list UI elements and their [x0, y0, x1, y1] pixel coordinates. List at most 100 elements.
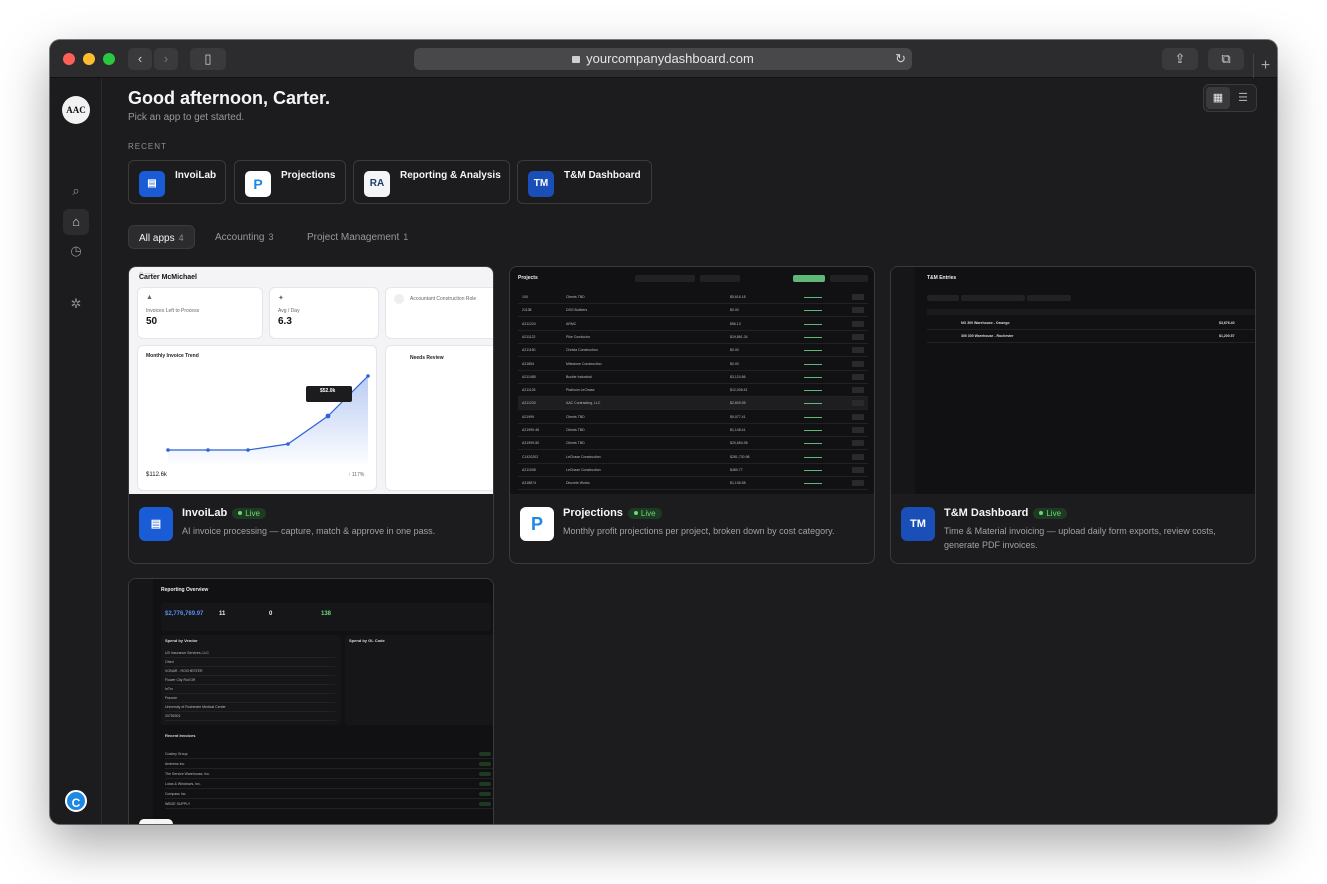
recent-label: RECENT	[128, 142, 167, 151]
preview-total: $2,776,769.97	[165, 611, 204, 617]
back-button[interactable]: ‹	[128, 48, 152, 70]
user-avatar[interactable]: C	[65, 790, 87, 812]
preview-row: C1420202 LeChase Construction $281,730.98	[518, 451, 868, 464]
app-title: T&M Dashboard	[944, 507, 1029, 519]
preview-progress-bar	[804, 390, 822, 392]
invoilab-icon: ▤	[139, 507, 173, 541]
tab-all-apps[interactable]: All apps 4	[128, 225, 195, 249]
preview-cell: A211224	[522, 321, 536, 326]
preview-row: Cosbey Group	[165, 749, 493, 759]
preview-cell: A21999-46	[522, 428, 540, 432]
preview-view-button	[852, 453, 864, 460]
preview-view-button	[852, 427, 864, 433]
preview-cell: 21138	[522, 308, 532, 313]
recent-item-reporting[interactable]: RA Reporting & Analysis	[353, 160, 510, 204]
preview-chart-panel: Monthly Invoice Trend $52.0k $112.6k ↑ 1…	[137, 345, 377, 491]
status-text: Live	[640, 508, 656, 518]
share-icon: ⇪	[1174, 51, 1186, 66]
home-icon[interactable]: ⌂	[63, 209, 89, 235]
preview-cell: AAC Contracting, LLC	[566, 401, 601, 406]
preview-cell: Clients TBD	[566, 428, 585, 432]
preview-cell: A218874	[522, 481, 537, 486]
preview-cell: A21854	[522, 361, 535, 366]
app-sidebar: AAC ⌕ ⌂ ◷ ✲ C	[50, 78, 102, 824]
sidebar-toggle-button[interactable]: ▯	[190, 48, 226, 70]
preview-total: $112.6k	[146, 472, 167, 478]
status-text: Live	[1046, 508, 1062, 518]
preview-cell: The Service Warehouse, Inc.	[165, 772, 211, 776]
preview-row: NO 300 Warehouse - Oswego $3,676.40	[927, 317, 1255, 330]
preview-cell: XONAR - ROCHESTER	[165, 669, 203, 673]
minimize-window-button[interactable]	[83, 53, 95, 65]
recent-item-label: Projections	[281, 170, 336, 181]
tab-count: 4	[178, 233, 184, 243]
preview-cell: Pike Conductor	[566, 334, 590, 339]
preview-cell: Compass Inc.	[165, 792, 187, 796]
recent-item-projections[interactable]: P Projections	[234, 160, 346, 204]
app-card-description: Time & Material invoicing — upload daily…	[944, 526, 1216, 550]
preview-cell: $20,684.98	[730, 441, 748, 446]
preview-cell: NO 300 Warehouse - Oswego	[961, 321, 1010, 325]
tab-accounting[interactable]: Accounting 3	[205, 225, 284, 249]
list-icon[interactable]: ☰	[1231, 87, 1255, 109]
preview-section-title: Spend by GL Code	[349, 638, 385, 643]
preview-cell: $12,006.51	[730, 388, 748, 393]
preview-cell: C1420202	[522, 454, 539, 459]
preview-row: A211150 Christa Construction $0.00	[518, 344, 868, 358]
preview-progress-bar	[804, 376, 822, 378]
close-window-button[interactable]	[63, 53, 75, 65]
clock-icon[interactable]: ◷	[63, 238, 89, 264]
preview-row: WBOE SUPPLY	[165, 799, 493, 809]
preview-view-button	[852, 294, 864, 300]
preview-status-badge	[479, 772, 491, 776]
preview-cell: $56.13	[730, 321, 741, 326]
preview-progress-bar	[804, 430, 822, 431]
preview-progress-bar	[804, 350, 822, 352]
preview-row: InTrx	[165, 685, 335, 694]
company-logo[interactable]: AAC	[62, 96, 90, 124]
preview-row: A21999-50 Clients TBD $20,684.98	[518, 437, 868, 451]
search-icon[interactable]: ⌕	[63, 178, 89, 204]
preview-cell: A211150	[522, 348, 536, 353]
preview-cell: Clients TBD	[566, 414, 585, 419]
grid-icon[interactable]: ▦	[1206, 87, 1230, 109]
share-button[interactable]: ⇪	[1162, 48, 1198, 70]
preview-cell: Clients TBD	[566, 295, 585, 299]
gear-icon[interactable]: ✲	[63, 291, 89, 317]
url-text: yourcompanydashboard.com	[586, 51, 754, 66]
preview-cell: Clients TBD	[566, 441, 585, 446]
app-card-projections[interactable]: Projects 100 Clients TBD $5,616.18 21138 DSG…	[509, 266, 875, 564]
reload-icon[interactable]: ↻	[895, 48, 906, 70]
app-card-description: AI invoice processing — capture, match &…	[182, 526, 436, 536]
new-tab-button[interactable]: +	[1253, 54, 1277, 78]
preview-pending: 0	[269, 611, 273, 617]
forward-button[interactable]: ›	[154, 48, 178, 70]
tabs-overview-button[interactable]: ⧉	[1208, 48, 1244, 70]
preview-cell: A211122	[522, 334, 536, 339]
app-card-reporting[interactable]: Reporting Overview $2,776,769.97 11 0 13…	[128, 578, 494, 824]
preview-row: A218874 Discrete Works $1,136.58	[518, 477, 868, 491]
preview-cell: US Insurance Services, LLC	[165, 651, 209, 655]
app-card-tm-dashboard[interactable]: T&M Entries NO 300 Warehouse - Oswego $3,…	[890, 266, 1256, 564]
preview-stat-label: Accountant Construction Role	[410, 296, 477, 302]
preview-cell: A21999	[522, 414, 535, 419]
preview-cell: Platinum LeChase	[566, 388, 595, 393]
recent-item-invoilab[interactable]: ▤ InvoiLab	[128, 160, 226, 204]
app-title: Projections	[563, 507, 623, 519]
chevron-left-icon: ‹	[137, 51, 143, 66]
zoom-window-button[interactable]	[103, 53, 115, 65]
preview-cell: DSG Builders	[566, 308, 588, 313]
preview-progress-bar	[804, 443, 822, 445]
recent-item-tm-dashboard[interactable]: TM T&M Dashboard	[517, 160, 652, 204]
address-bar[interactable]: yourcompanydashboard.com ↻	[414, 48, 912, 70]
app-card-invoilab[interactable]: ◎ —— Carter McMichael ▲ Invoices Left to…	[128, 266, 494, 564]
preview-view-button	[852, 480, 864, 487]
recent-item-label: Reporting & Analysis	[400, 170, 501, 181]
preview-view-button	[852, 373, 864, 380]
tab-project-management[interactable]: Project Management 1	[297, 225, 418, 249]
projections-icon: P	[520, 507, 554, 541]
projections-icon: P	[245, 171, 271, 197]
preview-view-button	[852, 347, 864, 354]
preview-cell: Cosbey Group	[165, 752, 188, 756]
preview-stat-card: ✦ Avg / Day 6.3	[269, 287, 379, 339]
